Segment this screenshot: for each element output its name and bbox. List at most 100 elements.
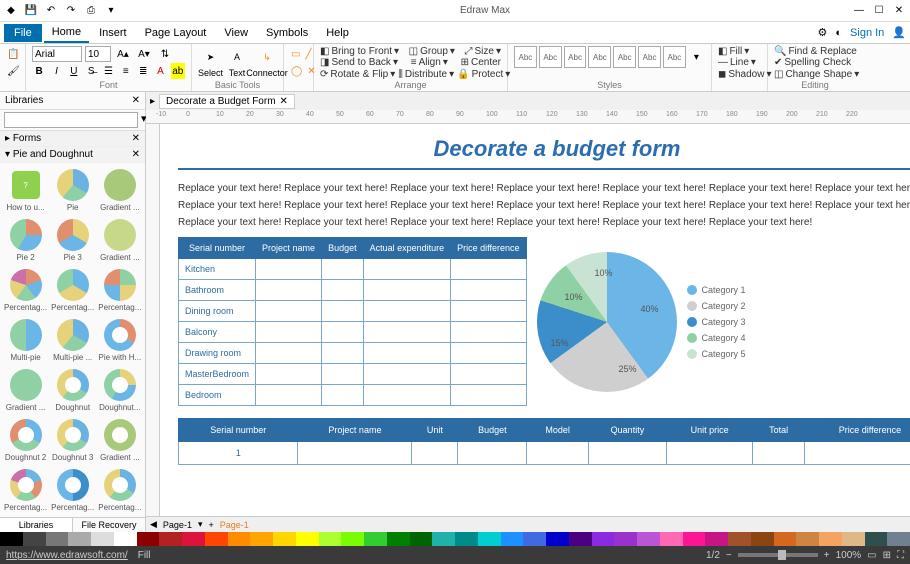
sidetab-libraries[interactable]: Libraries [0,518,73,532]
shape-rect-icon[interactable]: ▭ [290,46,301,62]
send-back-button[interactable]: ◨ Send to Back ▾ [320,57,398,68]
view-mode-2-icon[interactable]: ⊞ [883,550,891,561]
shape-piehole[interactable]: Pie with H... [98,317,141,363]
shape-gradient2[interactable]: Gradient ... [98,217,141,263]
sidetab-recovery[interactable]: File Recovery [73,518,145,532]
help-toggle-icon[interactable]: ◐ [835,27,842,39]
shape-gradient[interactable]: Gradient ... [98,167,141,213]
qa-more-icon[interactable]: ▾ [104,4,118,18]
section-pie[interactable]: Pie and Doughnut [13,149,93,160]
shape-donut[interactable]: Doughnut [51,367,94,413]
maximize-button[interactable]: ☐ [872,4,886,18]
shape-pie2[interactable]: Pie 2 [4,217,47,263]
shape-line-icon[interactable]: ╱ [304,46,312,62]
minimize-button[interactable]: — [852,4,866,18]
close-button[interactable]: ✕ [892,4,906,18]
shape-pie3[interactable]: Pie 3 [51,217,94,263]
bullets-icon[interactable]: ☰ [101,63,115,79]
shape-pct3[interactable]: Percentag... [98,267,141,313]
font-size-select[interactable] [85,46,111,62]
shape-gradient4[interactable]: Gradient ... [98,417,141,463]
italic-icon[interactable]: I [49,63,63,79]
bring-front-button[interactable]: ◧ Bring to Front ▾ [320,46,399,57]
fullscreen-icon[interactable]: ⛶ [897,550,904,561]
protect-button[interactable]: 🔒 Protect ▾ [457,69,510,80]
shape-multipie[interactable]: Multi-pie [4,317,47,363]
fill-button[interactable]: ◧ Fill ▾ [718,46,761,57]
bold-icon[interactable]: B [32,63,46,79]
page-canvas[interactable]: Decorate a budget form Replace your text… [160,124,910,516]
shape-donut3[interactable]: Doughnut 2 [4,417,47,463]
shape-pie[interactable]: Pie [51,167,94,213]
sign-in-link[interactable]: Sign In [850,27,884,39]
prev-page-icon[interactable]: ◀ [150,519,157,530]
page-dropdown-icon[interactable]: ▾ [198,519,203,530]
increase-font-icon[interactable]: A▴ [114,46,132,62]
shape-multipie2[interactable]: Multi-pie ... [51,317,94,363]
style-preset-1[interactable]: Abc [514,46,537,68]
tab-insert[interactable]: Insert [91,24,135,42]
tab-page-layout[interactable]: Page Layout [137,24,215,42]
align-button[interactable]: ≡ Align ▾ [411,57,448,68]
zoom-in-icon[interactable]: + [824,550,830,561]
section-close-icon-2[interactable]: ✕ [132,149,140,160]
font-color-icon[interactable]: A [153,63,167,79]
style-preset-7[interactable]: Abc [663,46,686,68]
style-preset-4[interactable]: Abc [588,46,611,68]
qa-redo-icon[interactable]: ↷ [64,4,78,18]
section-forms[interactable]: Forms [13,133,41,144]
align-left-icon[interactable]: ≡ [119,63,133,79]
underline-icon[interactable]: U [67,63,81,79]
section-close-icon[interactable]: ✕ [132,133,140,144]
options-icon[interactable]: ⚙ [818,26,828,39]
rotate-button[interactable]: ⟳ Rotate & Flip ▾ [320,69,395,80]
paste-icon[interactable]: 📋 [6,46,20,62]
tab-help[interactable]: Help [318,24,357,42]
select-tool[interactable]: ➤Select [198,46,223,78]
library-search-input[interactable] [4,112,138,128]
shadow-button[interactable]: ◼ Shadow ▾ [718,69,761,80]
spacing-icon[interactable]: ⇅ [156,46,174,62]
center-button[interactable]: ⊞ Center [461,57,501,68]
tab-symbols[interactable]: Symbols [258,24,316,42]
add-page-icon[interactable]: + [208,520,213,530]
change-shape-button[interactable]: ◫ Change Shape ▾ [774,69,856,80]
doc-tab-close-icon[interactable]: ✕ [280,96,288,107]
font-select[interactable] [32,46,82,62]
status-url[interactable]: https://www.edrawsoft.com/ [6,550,128,561]
shape-oval-icon[interactable]: ◯ [290,63,303,79]
text-tool[interactable]: AText [226,46,248,78]
line-button[interactable]: — Line ▾ [718,57,761,68]
page-tab[interactable]: Page-1 [163,520,192,530]
align-opts-icon[interactable]: ≣ [136,63,150,79]
user-avatar-icon[interactable]: 👤 [892,26,906,39]
shape-donut4[interactable]: Doughnut 3 [51,417,94,463]
file-menu[interactable]: File [4,24,42,42]
qa-print-icon[interactable]: ⎙ [84,4,98,18]
qa-save-icon[interactable]: 💾 [24,4,38,18]
shape-gradient3[interactable]: Gradient ... [4,367,47,413]
zoom-out-icon[interactable]: − [726,550,732,561]
highlight-icon[interactable]: ab [171,63,185,79]
group-button[interactable]: ◫ Group ▾ [409,46,455,57]
shape-pct6[interactable]: Percentag... [98,467,141,513]
tab-view[interactable]: View [216,24,256,42]
shape-pct5[interactable]: Percentag... [51,467,94,513]
find-replace-button[interactable]: 🔍 Find & Replace [774,46,856,57]
shape-pct1[interactable]: Percentag... [4,267,47,313]
style-preset-2[interactable]: Abc [539,46,562,68]
qa-undo-icon[interactable]: ↶ [44,4,58,18]
shape-donut2[interactable]: Doughnut... [98,367,141,413]
style-preset-6[interactable]: Abc [638,46,661,68]
shape-pct2[interactable]: Percentag... [51,267,94,313]
zoom-slider[interactable] [738,553,818,557]
panel-close-icon[interactable]: ✕ [132,95,140,106]
shape-pct4[interactable]: Percentag... [4,467,47,513]
styles-more-icon[interactable]: ▾ [688,49,705,65]
tab-home[interactable]: Home [44,23,89,43]
format-painter-icon[interactable]: 🖌 [6,63,21,79]
document-tab[interactable]: Decorate a Budget Form ✕ [159,94,295,109]
strike-icon[interactable]: S̶ [84,63,98,79]
shape-howto[interactable]: ?How to u... [4,167,47,213]
style-preset-5[interactable]: Abc [613,46,636,68]
